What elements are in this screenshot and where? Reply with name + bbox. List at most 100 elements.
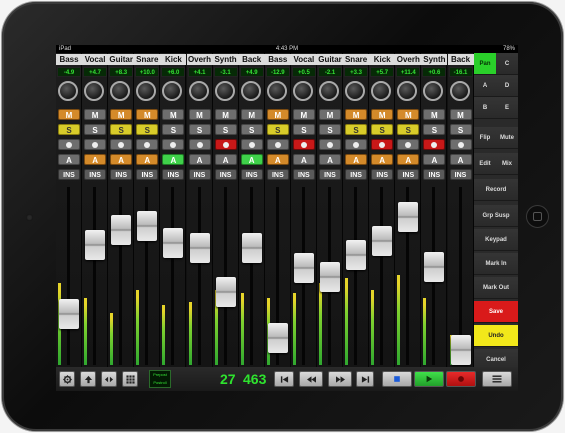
- solo-button[interactable]: S: [423, 124, 446, 135]
- channel-name[interactable]: Guitar: [108, 54, 135, 65]
- insert-button[interactable]: INS: [371, 169, 394, 180]
- channel-name[interactable]: Kick: [369, 54, 396, 65]
- pan-knob[interactable]: [240, 81, 261, 101]
- arrow-up-icon[interactable]: [80, 371, 96, 387]
- channel-name[interactable]: Synth: [212, 54, 239, 65]
- automation-button[interactable]: A: [266, 154, 289, 165]
- arrows-left-right-icon[interactable]: [101, 371, 117, 387]
- automation-button[interactable]: A: [162, 154, 185, 165]
- insert-button[interactable]: INS: [136, 169, 159, 180]
- mute-button[interactable]: M: [345, 109, 368, 120]
- volume-fader[interactable]: [320, 262, 340, 292]
- volume-fader[interactable]: [372, 225, 393, 256]
- volume-fader[interactable]: [163, 228, 184, 259]
- insert-button[interactable]: INS: [58, 169, 80, 180]
- undo-button[interactable]: Undo: [474, 325, 518, 347]
- pan-knob[interactable]: [423, 81, 444, 101]
- save-button[interactable]: Save: [474, 301, 518, 323]
- automation-button[interactable]: A: [319, 154, 341, 165]
- solo-button[interactable]: S: [292, 124, 315, 135]
- volume-fader[interactable]: [111, 215, 132, 246]
- fast-forward-icon[interactable]: [328, 371, 352, 387]
- channel-name[interactable]: Vocal: [290, 54, 317, 65]
- mute-button[interactable]: M: [58, 109, 80, 120]
- channel-name[interactable]: Bass: [264, 54, 291, 65]
- mix-button[interactable]: Mix: [496, 153, 518, 175]
- volume-fader[interactable]: [293, 253, 314, 284]
- bank-a-button[interactable]: A: [474, 75, 496, 97]
- channel-name[interactable]: Overh: [186, 54, 213, 65]
- menu-icon[interactable]: [482, 371, 512, 387]
- record-arm-button[interactable]: [345, 139, 368, 150]
- solo-button[interactable]: S: [240, 124, 263, 135]
- solo-button[interactable]: S: [319, 124, 341, 135]
- automation-button[interactable]: A: [449, 154, 472, 165]
- mute-button[interactable]: M: [214, 109, 237, 120]
- volume-fader[interactable]: [137, 210, 158, 241]
- mute-button[interactable]: M: [371, 109, 394, 120]
- solo-button[interactable]: S: [188, 124, 211, 135]
- insert-button[interactable]: INS: [397, 169, 420, 180]
- stop-icon[interactable]: [382, 371, 412, 387]
- pan-knob[interactable]: [292, 81, 313, 101]
- volume-fader[interactable]: [398, 202, 419, 233]
- volume-fader[interactable]: [450, 335, 471, 365]
- bank-c-button[interactable]: C: [496, 53, 518, 75]
- record-arm-button[interactable]: [240, 139, 263, 150]
- mute-button[interactable]: M: [266, 109, 289, 120]
- edit-button[interactable]: Edit: [474, 153, 496, 175]
- record-arm-button[interactable]: [110, 139, 133, 150]
- bank-e-button[interactable]: E: [496, 97, 518, 119]
- pan-knob[interactable]: [214, 81, 235, 101]
- bank-b-button[interactable]: B: [474, 97, 496, 119]
- keypad-button[interactable]: Keypad: [474, 229, 518, 251]
- record-arm-button[interactable]: [319, 139, 341, 150]
- pan-button[interactable]: Pan: [474, 53, 496, 75]
- pan-knob[interactable]: [162, 81, 183, 101]
- insert-button[interactable]: INS: [449, 169, 472, 180]
- mute-button[interactable]: M: [319, 109, 341, 120]
- channel-name[interactable]: Snare: [134, 54, 161, 65]
- pan-knob[interactable]: [110, 81, 131, 101]
- channel-name[interactable]: Synth: [421, 54, 448, 65]
- insert-button[interactable]: INS: [162, 169, 185, 180]
- record-icon[interactable]: [446, 371, 476, 387]
- volume-fader[interactable]: [59, 298, 79, 329]
- record-mode-button[interactable]: Record: [474, 179, 518, 201]
- grid-icon[interactable]: [122, 371, 138, 387]
- mute-button[interactable]: M: [84, 109, 107, 120]
- channel-name[interactable]: Overh: [395, 54, 422, 65]
- record-arm-button[interactable]: [423, 139, 446, 150]
- pan-knob[interactable]: [84, 81, 105, 101]
- channel-name[interactable]: Back: [447, 54, 474, 65]
- solo-button[interactable]: S: [162, 124, 185, 135]
- record-arm-button[interactable]: [188, 139, 211, 150]
- volume-fader[interactable]: [267, 323, 288, 354]
- record-arm-button[interactable]: [214, 139, 237, 150]
- solo-button[interactable]: S: [266, 124, 289, 135]
- automation-button[interactable]: A: [371, 154, 394, 165]
- insert-button[interactable]: INS: [240, 169, 263, 180]
- record-arm-button[interactable]: [266, 139, 289, 150]
- automation-button[interactable]: A: [136, 154, 159, 165]
- pan-knob[interactable]: [58, 81, 78, 101]
- insert-button[interactable]: INS: [345, 169, 368, 180]
- automation-button[interactable]: A: [292, 154, 315, 165]
- automation-button[interactable]: A: [397, 154, 420, 165]
- solo-button[interactable]: S: [110, 124, 133, 135]
- automation-button[interactable]: A: [214, 154, 237, 165]
- mute-button[interactable]: M: [240, 109, 263, 120]
- volume-fader[interactable]: [346, 240, 367, 271]
- mute-button[interactable]: M: [423, 109, 446, 120]
- record-arm-button[interactable]: [162, 139, 185, 150]
- mark-in-button[interactable]: Mark In: [474, 253, 518, 275]
- volume-fader[interactable]: [85, 229, 106, 260]
- gear-icon[interactable]: [59, 371, 75, 387]
- pan-knob[interactable]: [136, 81, 157, 101]
- mute-button[interactable]: M: [449, 109, 472, 120]
- record-arm-button[interactable]: [292, 139, 315, 150]
- volume-fader[interactable]: [215, 276, 236, 307]
- pre-post-roll-display[interactable]: Prepost Postroll: [149, 370, 171, 388]
- insert-button[interactable]: INS: [266, 169, 289, 180]
- solo-button[interactable]: S: [58, 124, 80, 135]
